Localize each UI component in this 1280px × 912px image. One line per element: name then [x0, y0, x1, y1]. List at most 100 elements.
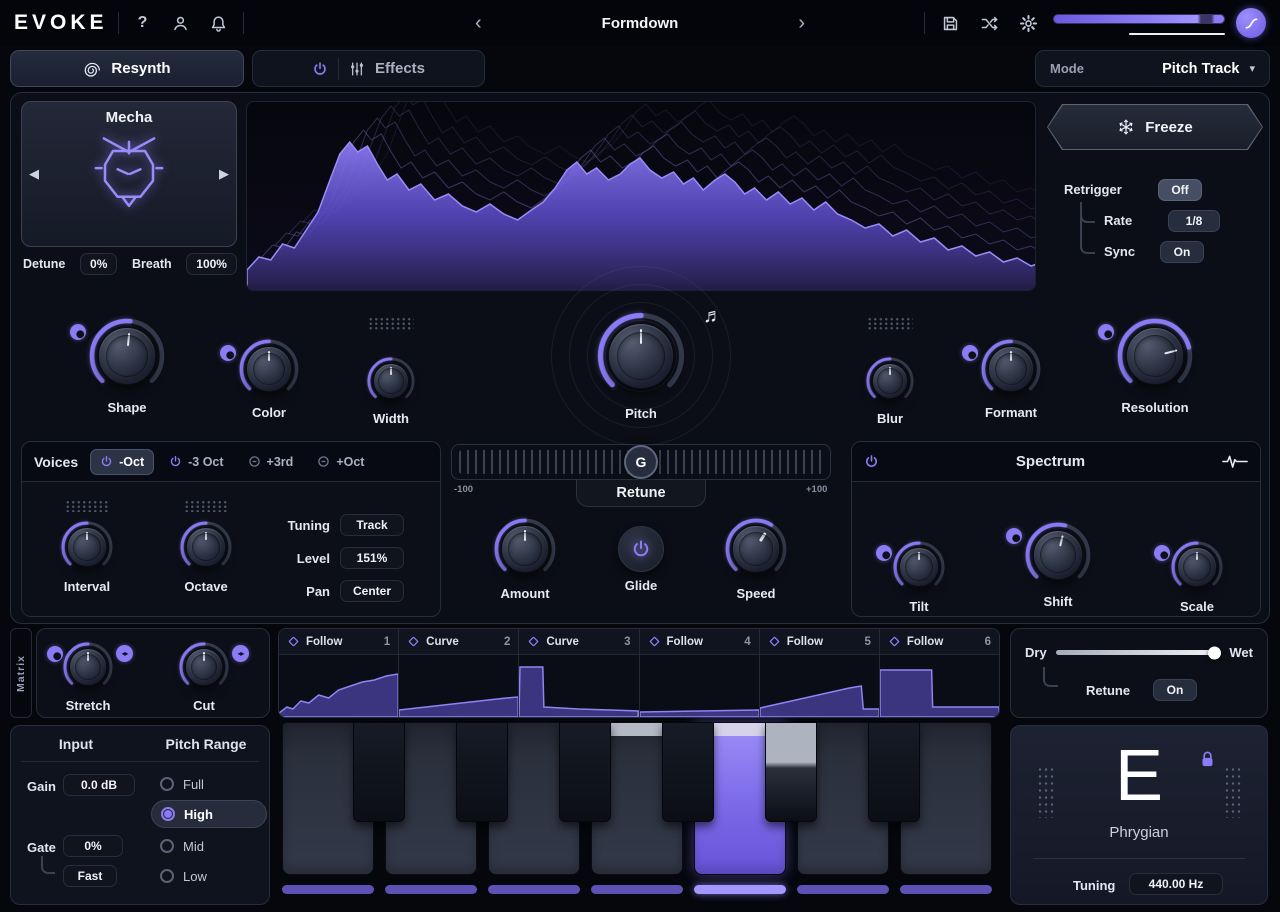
speed-knob[interactable]	[725, 518, 787, 580]
settings-button[interactable]	[1014, 9, 1042, 37]
level-value[interactable]: 151%	[340, 547, 404, 569]
color-knob[interactable]	[239, 339, 299, 399]
notifications-button[interactable]	[205, 9, 233, 37]
voice-tab-minus-3oct[interactable]: -3 Oct	[160, 450, 232, 474]
retune-min-label: -100	[454, 484, 473, 495]
key-black-5[interactable]	[765, 722, 817, 822]
mod-badge-icon[interactable]	[962, 345, 978, 361]
shape-knob[interactable]	[89, 318, 165, 394]
mod-badge-icon[interactable]	[1006, 528, 1022, 544]
cut-knob[interactable]	[179, 642, 229, 692]
retune-ruler[interactable]: G	[451, 444, 831, 480]
scale-name[interactable]: Phrygian	[1011, 824, 1267, 841]
gate-speed-value[interactable]: Fast	[63, 865, 117, 887]
matrix-envelope-3[interactable]	[519, 655, 638, 717]
blur-knob[interactable]	[866, 357, 914, 405]
resolution-knob[interactable]	[1117, 318, 1193, 394]
matrix-retune-value[interactable]: On	[1153, 679, 1197, 701]
glide-button[interactable]	[618, 526, 664, 572]
retrigger-value[interactable]: Off	[1158, 179, 1202, 201]
voice-tab-minus-oct[interactable]: -Oct	[90, 449, 154, 475]
tab-resynth[interactable]: Resynth	[10, 50, 244, 87]
width-knob[interactable]	[367, 357, 415, 405]
resynth-model-card[interactable]: Mecha ◀ ▶	[21, 101, 237, 247]
spread-badge-icon[interactable]: ◂▸	[232, 645, 249, 662]
help-button[interactable]: ?	[129, 9, 157, 37]
voice-tab-plus-3rd[interactable]: +3rd	[239, 450, 303, 474]
pan-value[interactable]: Center	[340, 580, 404, 602]
voice-tab-plus-oct[interactable]: +Oct	[308, 450, 373, 474]
matrix-slot-3[interactable]: Curve3	[518, 629, 638, 717]
stretch-knob[interactable]	[63, 642, 113, 692]
spectrum-power-icon[interactable]	[864, 454, 879, 469]
slider-thumb[interactable]	[1208, 646, 1221, 659]
rate-value[interactable]: 1/8	[1168, 210, 1220, 232]
mod-badge-icon[interactable]	[70, 324, 86, 340]
output-level-meter[interactable]	[1053, 8, 1225, 38]
mod-badge-icon[interactable]	[1098, 324, 1114, 340]
connector-line	[41, 856, 55, 874]
matrix-envelope-5[interactable]	[760, 655, 879, 717]
randomize-button[interactable]	[975, 9, 1003, 37]
model-prev-button[interactable]: ◀	[29, 166, 39, 182]
soft-clip-button[interactable]	[1236, 8, 1266, 38]
matrix-envelope-2[interactable]	[399, 655, 518, 717]
interval-knob[interactable]	[61, 521, 113, 573]
waveform-icon[interactable]	[1222, 454, 1248, 469]
dry-wet-slider[interactable]	[1056, 650, 1221, 655]
scale-knob[interactable]	[1171, 541, 1223, 593]
dry-wet-panel: Dry Wet Retune On	[1010, 628, 1268, 718]
mode-selector[interactable]: Mode Pitch Track ▾	[1035, 50, 1270, 87]
tuning-ref-value[interactable]: 440.00 Hz	[1129, 873, 1223, 895]
matrix-envelope-6[interactable]	[880, 655, 999, 717]
model-next-button[interactable]: ▶	[219, 166, 229, 182]
voices-header: Voices -Oct -3 Oct +3rd +Oct	[22, 442, 440, 482]
freeze-button[interactable]: Freeze	[1047, 104, 1263, 150]
previous-preset-button[interactable]: ‹	[475, 13, 482, 33]
preset-name[interactable]: Formdown	[602, 15, 679, 32]
account-button[interactable]	[167, 9, 195, 37]
amount-knob[interactable]	[494, 518, 556, 580]
octave-knob[interactable]	[180, 521, 232, 573]
matrix-envelope-1[interactable]	[279, 655, 398, 717]
matrix-slot-2[interactable]: Curve2	[398, 629, 518, 717]
radio-selected-icon	[161, 807, 175, 821]
next-preset-button[interactable]: ›	[798, 13, 805, 33]
tab-effects[interactable]: Effects	[252, 50, 485, 87]
matrix-slot-1[interactable]: Follow1	[279, 629, 398, 717]
curve-icon	[1243, 15, 1260, 32]
color-knob-group: Color	[239, 339, 299, 420]
shift-knob[interactable]	[1025, 522, 1091, 588]
key-black-2[interactable]	[456, 722, 508, 822]
matrix-slot-4[interactable]: Follow4	[639, 629, 759, 717]
range-option-high[interactable]: High	[151, 800, 267, 828]
matrix-slot-5[interactable]: Follow5	[759, 629, 879, 717]
detune-value[interactable]: 0%	[80, 253, 117, 275]
gate-value[interactable]: 0%	[63, 835, 123, 857]
volume-slider[interactable]	[1129, 33, 1225, 35]
gain-value[interactable]: 0.0 dB	[63, 774, 135, 796]
mod-badge-icon[interactable]	[220, 345, 236, 361]
level-row: Level 151%	[262, 547, 412, 569]
key-black-3[interactable]	[559, 722, 611, 822]
breath-value[interactable]: 100%	[186, 253, 237, 275]
spread-badge-icon[interactable]: ◂▸	[116, 645, 133, 662]
tilt-knob[interactable]	[893, 541, 945, 593]
formant-knob[interactable]	[981, 339, 1041, 399]
range-option-full[interactable]: Full	[151, 770, 267, 798]
range-option-mid[interactable]: Mid	[151, 832, 267, 860]
range-option-low[interactable]: Low	[151, 862, 267, 890]
divider	[118, 12, 119, 34]
save-button[interactable]	[936, 9, 964, 37]
pitch-knob[interactable]	[597, 312, 685, 400]
sync-value[interactable]: On	[1160, 241, 1204, 263]
tuning-value[interactable]: Track	[340, 514, 404, 536]
key-black-4[interactable]	[662, 722, 714, 822]
top-bar: EVOKE ? ‹ Formdown ›	[0, 0, 1280, 46]
key-black-1[interactable]	[353, 722, 405, 822]
scale-knob-group: Scale	[1171, 541, 1223, 614]
matrix-envelope-4[interactable]	[640, 655, 759, 717]
matrix-slot-6[interactable]: Follow6	[879, 629, 999, 717]
detune-label: Detune	[23, 257, 65, 271]
key-black-6[interactable]	[868, 722, 920, 822]
